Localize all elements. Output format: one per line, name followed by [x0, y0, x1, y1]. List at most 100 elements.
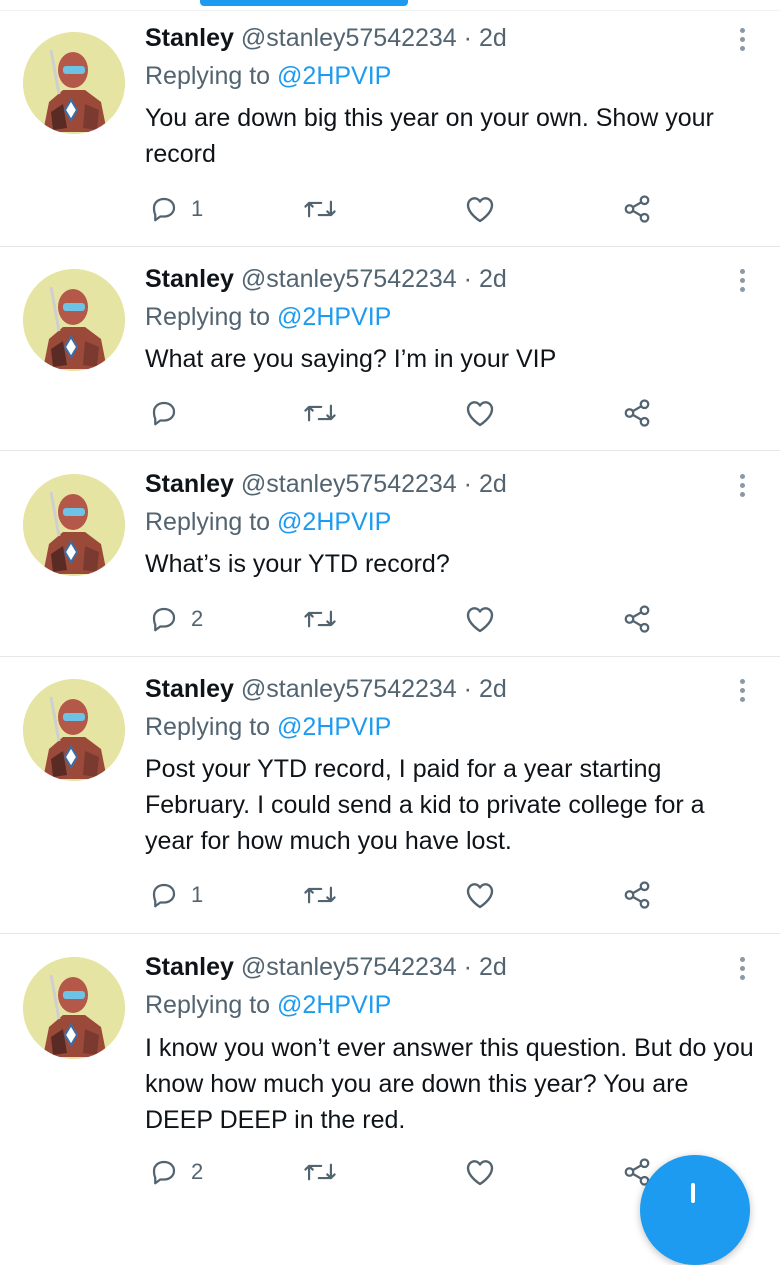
retweet-icon	[304, 886, 336, 904]
tweet-text: I know you won’t ever answer this questi…	[145, 1034, 754, 1134]
share-icon	[624, 195, 650, 223]
retweet-button[interactable]	[303, 1157, 337, 1187]
avatar[interactable]	[23, 679, 125, 781]
tweet-text: What are you saying? I’m in your VIP	[145, 345, 557, 373]
tweet[interactable]: Stanley @stanley57542234 · 2d Replying t…	[0, 247, 780, 451]
share-button[interactable]	[622, 194, 652, 224]
share-button[interactable]	[622, 880, 652, 910]
reply-count: 1	[191, 882, 204, 907]
reply-icon	[152, 197, 176, 222]
replying-to: Replying to @2HPVIP	[145, 990, 391, 1020]
tweet[interactable]: Stanley @stanley57542234 · 2d Replying t…	[0, 657, 780, 934]
retweet-icon	[304, 610, 336, 628]
reply-count: 2	[191, 606, 204, 631]
avatar-illustration	[23, 957, 125, 1059]
reply-count: 1	[191, 196, 204, 221]
like-button[interactable]	[464, 1157, 496, 1187]
reply-icon	[152, 401, 176, 426]
retweet-icon	[304, 1163, 336, 1181]
replying-to: Replying to @2HPVIP	[145, 507, 391, 537]
author-handle[interactable]: @stanley57542234	[241, 675, 457, 703]
retweet-button[interactable]	[303, 880, 337, 910]
reply-handle-link[interactable]: @2HPVIP	[277, 713, 391, 741]
more-vertical-icon[interactable]	[730, 471, 754, 499]
reply-button[interactable]: 2	[149, 1157, 203, 1187]
like-button[interactable]	[464, 604, 496, 634]
author-name[interactable]: Stanley	[145, 24, 234, 52]
author-name[interactable]: Stanley	[145, 265, 234, 293]
heart-icon	[466, 1160, 494, 1186]
tweet[interactable]: Stanley @stanley57542234 · 2d Replying t…	[0, 11, 780, 247]
reply-icon	[152, 607, 176, 632]
share-button[interactable]	[622, 398, 652, 428]
avatar-illustration	[23, 474, 125, 576]
reply-icon	[152, 1160, 176, 1185]
author-handle[interactable]: @stanley57542234	[241, 470, 457, 498]
avatar[interactable]	[23, 32, 125, 134]
reply-button[interactable]: 1	[149, 194, 203, 224]
separator-dot: ·	[463, 953, 472, 981]
retweet-button[interactable]	[303, 604, 337, 634]
replying-to-label: Replying to	[145, 713, 271, 741]
author-handle[interactable]: @stanley57542234	[241, 953, 457, 981]
compose-icon	[691, 1183, 695, 1203]
retweet-icon	[304, 404, 336, 422]
separator-dot: ·	[463, 24, 472, 52]
reply-button[interactable]: 1	[149, 880, 203, 910]
separator-dot: ·	[463, 470, 472, 498]
heart-icon	[466, 607, 494, 633]
reply-button[interactable]: 2	[149, 604, 203, 634]
heart-icon	[466, 197, 494, 223]
tweet-text: You are down big this year on your own. …	[145, 104, 714, 168]
author-name[interactable]: Stanley	[145, 675, 234, 703]
like-button[interactable]	[464, 398, 496, 428]
author-handle[interactable]: @stanley57542234	[241, 265, 457, 293]
more-vertical-icon[interactable]	[730, 266, 754, 294]
like-button[interactable]	[464, 880, 496, 910]
reply-handle-link[interactable]: @2HPVIP	[277, 62, 391, 90]
avatar[interactable]	[23, 269, 125, 371]
tweet[interactable]: Stanley @stanley57542234 · 2d Replying t…	[0, 451, 780, 657]
retweet-icon	[304, 200, 336, 218]
more-vertical-icon[interactable]	[730, 676, 754, 704]
share-icon	[624, 881, 650, 909]
avatar[interactable]	[23, 474, 125, 576]
author-name[interactable]: Stanley	[145, 470, 234, 498]
share-icon	[624, 399, 650, 427]
compose-button[interactable]	[640, 1155, 750, 1265]
reply-icon	[152, 883, 176, 908]
avatar-illustration	[23, 32, 125, 134]
reply-handle-link[interactable]: @2HPVIP	[277, 303, 391, 331]
timestamp[interactable]: 2d	[479, 470, 507, 498]
avatar-illustration	[23, 679, 125, 781]
heart-icon	[466, 401, 494, 427]
share-button[interactable]	[622, 604, 652, 634]
avatar[interactable]	[23, 957, 125, 1059]
replying-to-label: Replying to	[145, 303, 271, 331]
tweet-text: Post your YTD record, I paid for a year …	[145, 755, 705, 855]
retweet-button[interactable]	[303, 194, 337, 224]
tweet-text: What’s is your YTD record?	[145, 550, 450, 578]
timestamp[interactable]: 2d	[479, 675, 507, 703]
replying-to: Replying to @2HPVIP	[145, 302, 391, 332]
timestamp[interactable]: 2d	[479, 24, 507, 52]
separator-dot: ·	[463, 675, 472, 703]
replying-to: Replying to @2HPVIP	[145, 61, 391, 91]
share-icon	[624, 605, 650, 633]
author-handle[interactable]: @stanley57542234	[241, 24, 457, 52]
retweet-button[interactable]	[303, 398, 337, 428]
reply-handle-link[interactable]: @2HPVIP	[277, 991, 391, 1019]
more-vertical-icon[interactable]	[730, 954, 754, 982]
more-vertical-icon[interactable]	[730, 25, 754, 53]
timestamp[interactable]: 2d	[479, 265, 507, 293]
replying-to-label: Replying to	[145, 508, 271, 536]
separator-dot: ·	[463, 265, 472, 293]
reply-button[interactable]	[149, 398, 191, 428]
avatar-illustration	[23, 269, 125, 371]
timestamp[interactable]: 2d	[479, 953, 507, 981]
replying-to-label: Replying to	[145, 62, 271, 90]
like-button[interactable]	[464, 194, 496, 224]
author-name[interactable]: Stanley	[145, 953, 234, 981]
reply-count: 2	[191, 1159, 204, 1184]
reply-handle-link[interactable]: @2HPVIP	[277, 508, 391, 536]
